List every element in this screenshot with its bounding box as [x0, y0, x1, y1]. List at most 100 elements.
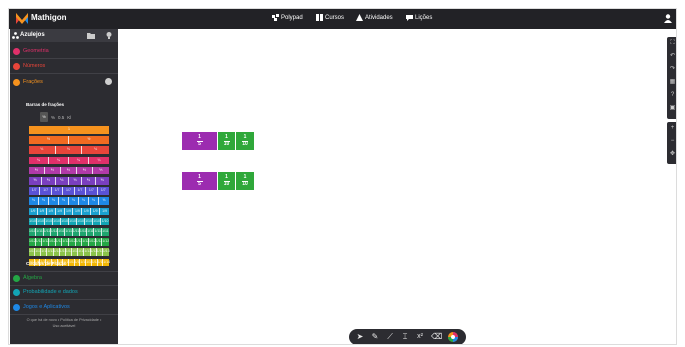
fraction-bar-segment[interactable]: 1/10	[101, 217, 109, 226]
fraction-bar-segment[interactable]: 1/12	[42, 238, 49, 246]
fraction-bar-row[interactable]: 1/10 1/10 1/10 1/10 1/10 1/10 1/10 1/10 1/10 1/10	[29, 217, 109, 226]
fraction-bar-segment[interactable]: 1/7	[97, 187, 109, 195]
eraser-icon[interactable]: ⌫	[431, 332, 442, 342]
fraction-bar-segment[interactable]: ⅛	[89, 197, 99, 205]
fraction-bar-segment[interactable]: ⅕	[61, 166, 77, 175]
fraction-bar-segment[interactable]: ¼	[69, 156, 89, 165]
fraction-bar-row[interactable]: ½½	[29, 136, 109, 144]
fraction-bar-segment[interactable]: 1/11	[65, 228, 73, 236]
fraction-bar-segment[interactable]: 1/9	[55, 207, 65, 216]
fraction-bar-segment[interactable]: 1/7	[86, 187, 98, 195]
fraction-bar-segment[interactable]: 1/7	[63, 187, 75, 195]
mode-blank-option[interactable]: Kl	[67, 115, 71, 120]
redo-icon[interactable]: ↷	[669, 66, 676, 73]
fraction-bar-segment[interactable]: 1/10	[29, 217, 37, 226]
fraction-bar-segment[interactable]: ⅕	[45, 166, 61, 175]
fraction-bar-segment[interactable]: 1/12	[95, 238, 102, 246]
help-icon[interactable]	[105, 78, 112, 85]
fraction-bar-segment[interactable]: 1/9	[46, 207, 56, 216]
line-icon[interactable]: ⟋	[385, 332, 395, 342]
fraction-bar-segment[interactable]: 1	[29, 126, 109, 134]
fraction-bar-segment[interactable]: 1/9	[100, 207, 109, 216]
lightbulb-icon[interactable]	[104, 31, 114, 40]
fraction-bar-segment[interactable]: ¼	[49, 156, 69, 165]
fraction-bar-segment[interactable]: 1/7	[74, 187, 87, 195]
fraction-bar-segment[interactable]: ⅓	[29, 146, 56, 154]
fraction-bar-segment[interactable]: 1/11	[94, 228, 102, 236]
fraction-bar-segment[interactable]: 1/12	[69, 238, 76, 246]
fraction-bar-segment[interactable]: 1/9	[91, 207, 101, 216]
nav-licoes[interactable]: Lições	[406, 14, 432, 21]
fraction-bar-segment[interactable]: 1/11	[79, 228, 88, 236]
nav-cursos[interactable]: Cursos	[316, 14, 344, 21]
fraction-bar-row[interactable]: ⅛ ⅛ ⅛ ⅛ ⅛ ⅛ ⅛ ⅛	[29, 197, 109, 205]
fraction-bar-segment[interactable]: ⅕	[29, 166, 45, 175]
nav-atividades[interactable]: Atividades	[356, 14, 393, 21]
zoom-in-icon[interactable]: +	[669, 125, 676, 132]
fraction-bar-segment[interactable]: 1/10	[69, 217, 77, 226]
category-jogos[interactable]: Jogos e Aplicativos	[13, 302, 70, 312]
fraction-bar-segment[interactable]: ⅛	[79, 197, 89, 205]
user-icon[interactable]	[664, 14, 672, 23]
fraction-bar-segment[interactable]: ⅛	[39, 197, 49, 205]
fraction-bar-segment[interactable]: ¼	[29, 156, 49, 165]
fraction-bar-segment[interactable]: 1/11	[87, 228, 95, 236]
fraction-bar-segment[interactable]: 1/13	[102, 248, 110, 256]
fraction-bar-segment[interactable]: 1/14	[103, 258, 110, 267]
fraction-bar-segment[interactable]: 1/10	[93, 217, 101, 226]
fraction-bar-segment[interactable]: 1/12	[29, 238, 36, 246]
sidebar-title[interactable]: Azulejos	[20, 32, 45, 38]
fraction-bar-segment[interactable]: 1/11	[101, 228, 109, 236]
fraction-bar-segment[interactable]: ⅙	[29, 177, 43, 185]
fraction-bar-row[interactable]: 1/11 1/11 1/11 1/11 1/11 1/11 1/11 1/11 1/11 1/11…	[29, 228, 109, 236]
category-geometria[interactable]: Geometria	[13, 46, 49, 56]
equation-icon[interactable]: x²	[415, 332, 425, 342]
fraction-bar-segment[interactable]: ⅙	[95, 177, 109, 185]
fraction-bar-row[interactable]: 1/13 1/13 1/13 1/13 1/13 1/13 1/13 1/13 1/13 1/13…	[29, 248, 110, 256]
fraction-bar-segment[interactable]: ⅛	[29, 197, 39, 205]
mathigon-logo[interactable]	[16, 13, 28, 24]
fraction-tile[interactable]: 1 10	[218, 132, 236, 150]
fraction-bar-segment[interactable]: ⅙	[42, 177, 56, 185]
fraction-bar-segment[interactable]: 1/7	[29, 187, 41, 195]
polypad-canvas[interactable]: 1 5 1 10 1 10 1 5 1 10 1 10	[118, 29, 676, 344]
grid-icon[interactable]: ▦	[669, 79, 676, 86]
fraction-bar-segment[interactable]: ⅕	[93, 166, 109, 175]
fraction-tile[interactable]: 15	[182, 132, 218, 150]
fraction-bar-segment[interactable]: 1/9	[29, 207, 38, 216]
folder-icon[interactable]	[86, 31, 96, 40]
nav-polypad[interactable]: Polypad	[272, 14, 303, 21]
fraction-bar-row[interactable]: 1/7 1/7 1/7 1/7 1/7 1/7 1/7	[29, 187, 109, 195]
fraction-bar-segment[interactable]: 1/7	[40, 187, 52, 195]
mode-percent-option[interactable]: %	[51, 115, 55, 120]
fraction-bar-row[interactable]: 1	[29, 126, 109, 134]
pointer-icon[interactable]: ➤	[355, 332, 365, 342]
fraction-bar-segment[interactable]: ⅙	[55, 177, 69, 185]
fraction-bar-segment[interactable]: ¼	[89, 156, 109, 165]
mode-decimal-option[interactable]: 0.5	[58, 115, 64, 120]
textbox-icon[interactable]: ⌶	[400, 332, 410, 342]
pen-icon[interactable]: ✎	[370, 332, 380, 342]
fraction-bar-segment[interactable]: 1/11	[50, 228, 59, 236]
fraction-bar-row[interactable]: ¼ ¼ ¼ ¼	[29, 156, 109, 165]
fraction-bar-segment[interactable]: 1/10	[45, 217, 53, 226]
fraction-bar-row[interactable]: ⅙ ⅙ ⅙ ⅙ ⅙ ⅙	[29, 177, 109, 185]
category-algebra[interactable]: Álgebra	[13, 273, 42, 283]
fraction-bar-segment[interactable]: 1/10	[77, 217, 85, 226]
fraction-bar-segment[interactable]: 1/11	[43, 228, 51, 236]
fraction-bar-segment[interactable]: 1/12	[75, 238, 82, 246]
fraction-tile[interactable]: 1 10	[236, 132, 254, 150]
category-fracoes[interactable]: Frações	[13, 77, 43, 87]
fraction-bar-segment[interactable]: 1/11	[29, 228, 37, 236]
fraction-bar-segment[interactable]: 1/12	[89, 238, 96, 246]
fraction-bar-segment[interactable]: 1/9	[82, 207, 92, 216]
fraction-bar-segment[interactable]: ⅓	[55, 146, 83, 154]
color-picker-icon[interactable]	[448, 332, 458, 342]
fraction-tile[interactable]: 15	[182, 172, 218, 190]
fraction-tile[interactable]: 1 10	[218, 172, 236, 190]
fraction-bar-segment[interactable]: ½	[69, 136, 109, 144]
fraction-bar-segment[interactable]: 1/11	[36, 228, 44, 236]
fraction-bar-row[interactable]: 1/12 1/12 1/12 1/12 1/12 1/12 1/12 1/12 1/12 1/12…	[29, 238, 109, 246]
fraction-bar-segment[interactable]: 1/10	[85, 217, 93, 226]
fraction-bar-segment[interactable]: ⅙	[69, 177, 83, 185]
